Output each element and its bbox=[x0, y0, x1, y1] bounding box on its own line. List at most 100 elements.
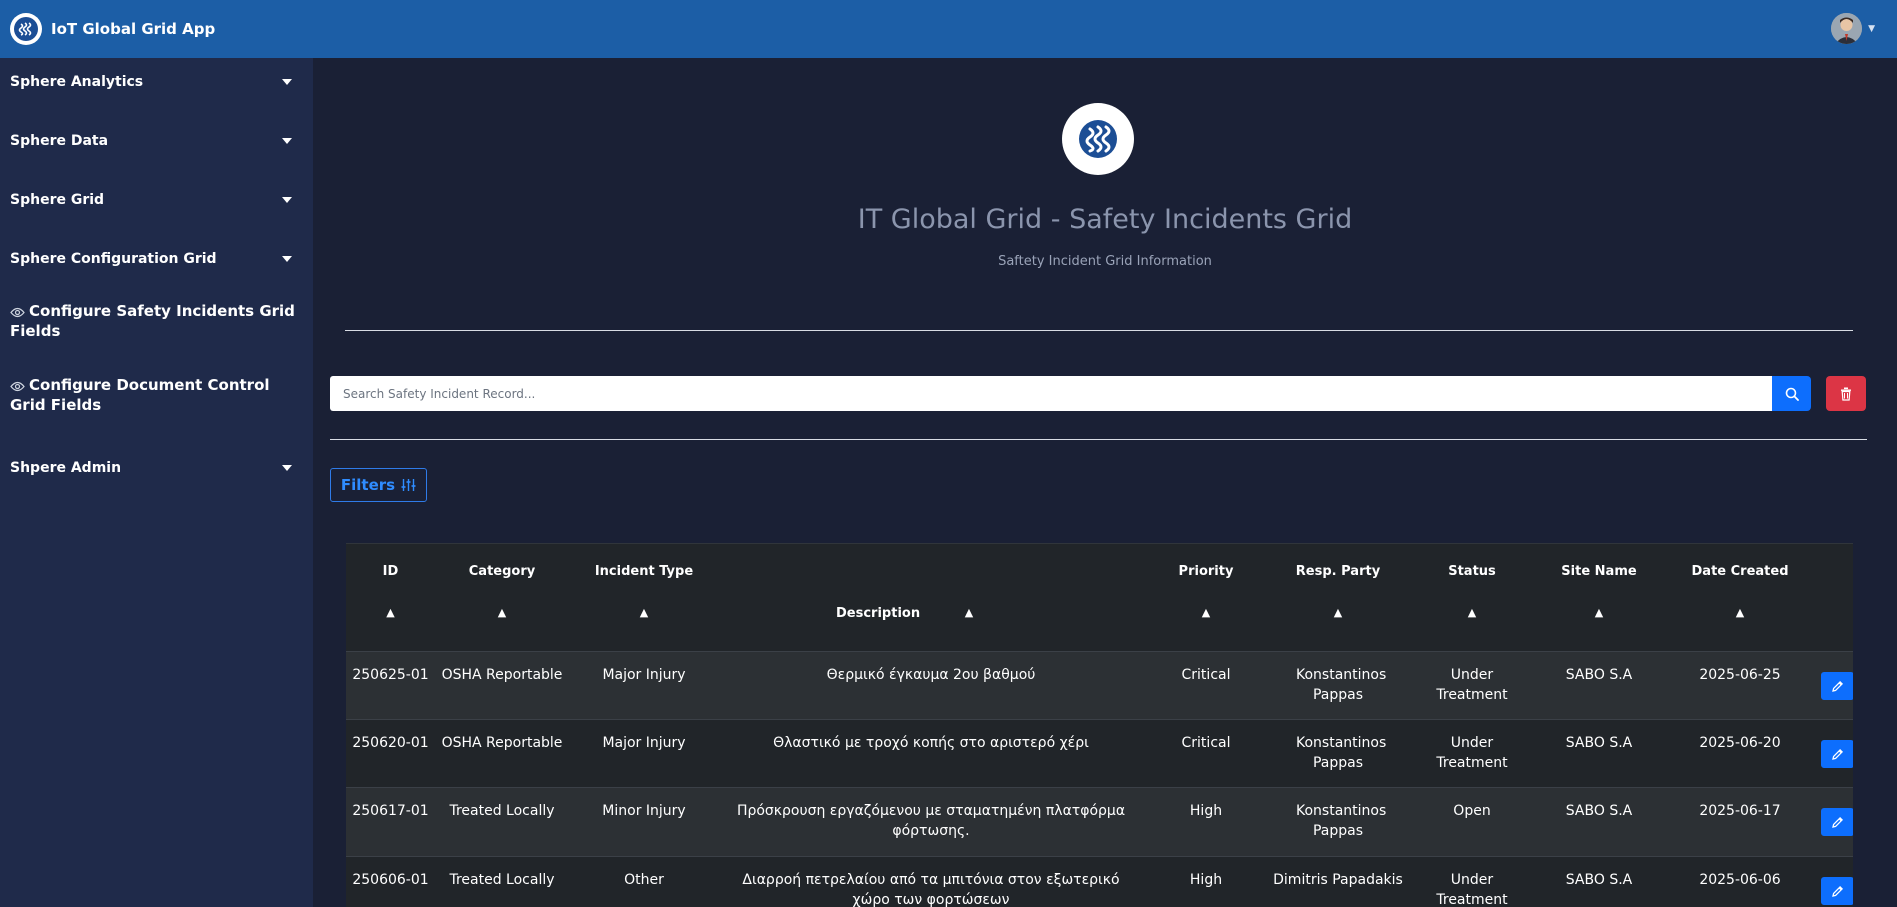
cell-id: 250606-01 bbox=[352, 872, 429, 888]
app-logo-icon bbox=[10, 13, 42, 45]
sidebar-item-sphere-analytics[interactable]: Sphere Analytics bbox=[10, 74, 302, 90]
cell-category: OSHA Reportable bbox=[441, 667, 563, 683]
column-header-date-created[interactable]: Date Created bbox=[1664, 564, 1816, 579]
hero-logo-icon bbox=[1062, 103, 1134, 175]
cell-description: Θερμικό έγκαυμα 2ου βαθμού bbox=[826, 667, 1036, 683]
eye-icon bbox=[10, 307, 25, 318]
cell-category: OSHA Reportable bbox=[441, 735, 563, 751]
brand[interactable]: IoT Global Grid App bbox=[10, 13, 215, 45]
cell-date-created: 2025-06-20 bbox=[1699, 735, 1781, 751]
column-header-site-name[interactable]: Site Name bbox=[1534, 564, 1664, 579]
chevron-down-icon bbox=[282, 465, 292, 471]
search-input[interactable] bbox=[330, 376, 1772, 411]
pencil-icon bbox=[1832, 816, 1844, 828]
cell-date-created: 2025-06-17 bbox=[1699, 803, 1781, 819]
sliders-icon bbox=[401, 479, 416, 491]
sidebar-link-configure-safety-incidents[interactable]: Configure Safety Incidents Grid Fields bbox=[10, 301, 300, 341]
sort-arrow-icon[interactable]: ▲ bbox=[1534, 606, 1664, 619]
column-header-incident-type[interactable]: Incident Type bbox=[569, 564, 719, 579]
edit-button[interactable] bbox=[1821, 877, 1853, 905]
cell-incident-type: Other bbox=[624, 872, 664, 888]
sidebar-item-shpere-admin[interactable]: Shpere Admin bbox=[10, 460, 302, 476]
sort-arrow-icon[interactable]: ▲ bbox=[1266, 606, 1410, 619]
page-subtitle: Saftety Incident Grid Information bbox=[998, 254, 1212, 269]
top-navbar: IoT Global Grid App ▼ bbox=[0, 0, 1897, 58]
cell-status: Under Treatment bbox=[1436, 735, 1508, 771]
cell-resp-party: Konstantinos Pappas bbox=[1296, 803, 1387, 839]
search-button[interactable] bbox=[1772, 376, 1811, 411]
avatar[interactable] bbox=[1831, 13, 1863, 44]
column-header-resp-party[interactable]: Resp. Party bbox=[1266, 564, 1410, 579]
cell-status: Under Treatment bbox=[1436, 872, 1508, 907]
cell-priority: Critical bbox=[1181, 735, 1231, 751]
sort-arrow-icon[interactable]: ▲ bbox=[1146, 606, 1266, 619]
table-row[interactable]: 250625-01 OSHA Reportable Major Injury Θ… bbox=[346, 651, 1853, 720]
cell-status: Open bbox=[1453, 803, 1491, 819]
sort-arrow-icon[interactable]: ▲ bbox=[346, 606, 435, 619]
sidebar-item-label: Sphere Grid bbox=[10, 192, 105, 208]
cell-id: 250617-01 bbox=[352, 803, 429, 819]
sidebar-item-sphere-configuration-grid[interactable]: Sphere Configuration Grid bbox=[10, 251, 302, 267]
edit-button[interactable] bbox=[1821, 808, 1853, 836]
cell-description: Θλαστικό με τροχό κοπής στο αριστερό χέρ… bbox=[773, 735, 1089, 751]
chevron-down-icon bbox=[282, 79, 292, 85]
search-icon bbox=[1785, 387, 1799, 401]
sort-arrow-icon[interactable]: ▲ bbox=[435, 606, 569, 619]
cell-date-created: 2025-06-06 bbox=[1699, 872, 1781, 888]
sidebar-item-label: Sphere Analytics bbox=[10, 74, 144, 90]
table-header: ID ▲ Category ▲ Incident Type ▲ Descript… bbox=[346, 543, 1853, 652]
filters-button[interactable]: Filters bbox=[330, 468, 427, 502]
table-row[interactable]: 250617-01 Treated Locally Minor Injury Π… bbox=[346, 787, 1853, 857]
column-header-status[interactable]: Status bbox=[1410, 564, 1534, 579]
cell-priority: Critical bbox=[1181, 667, 1231, 683]
cell-site-name: SABO S.A bbox=[1565, 667, 1633, 683]
cell-category: Treated Locally bbox=[449, 803, 555, 819]
sidebar-item-label: Sphere Data bbox=[10, 133, 109, 149]
sort-arrow-icon[interactable]: ▲ bbox=[569, 606, 719, 619]
sidebar-item-label: Shpere Admin bbox=[10, 460, 122, 476]
cell-resp-party: Konstantinos Pappas bbox=[1296, 735, 1387, 771]
sidebar-item-label: Sphere Configuration Grid bbox=[10, 251, 217, 267]
cell-id: 250625-01 bbox=[352, 667, 429, 683]
cell-incident-type: Major Injury bbox=[602, 667, 686, 683]
sort-arrow-icon[interactable]: ▲ bbox=[962, 606, 976, 619]
chevron-down-icon bbox=[282, 256, 292, 262]
cell-resp-party: Dimitris Papadakis bbox=[1273, 872, 1403, 888]
sidebar: Sphere Analytics Sphere Data Sphere Grid… bbox=[0, 58, 313, 907]
eye-icon bbox=[10, 381, 25, 392]
cell-site-name: SABO S.A bbox=[1565, 872, 1633, 888]
edit-button[interactable] bbox=[1821, 740, 1853, 768]
cell-priority: High bbox=[1189, 872, 1223, 888]
cell-incident-type: Minor Injury bbox=[602, 803, 686, 819]
table-row[interactable]: 250620-01 OSHA Reportable Major Injury Θ… bbox=[346, 719, 1853, 788]
cell-site-name: SABO S.A bbox=[1565, 803, 1633, 819]
column-header-category[interactable]: Category bbox=[435, 564, 569, 579]
sidebar-item-sphere-data[interactable]: Sphere Data bbox=[10, 133, 302, 149]
cell-site-name: SABO S.A bbox=[1565, 735, 1633, 751]
incidents-table: ID ▲ Category ▲ Incident Type ▲ Descript… bbox=[346, 543, 1853, 907]
sort-arrow-icon[interactable]: ▲ bbox=[1664, 606, 1816, 619]
chevron-down-icon[interactable]: ▼ bbox=[1868, 24, 1875, 34]
filters-label: Filters bbox=[340, 476, 396, 494]
sidebar-item-sphere-grid[interactable]: Sphere Grid bbox=[10, 192, 302, 208]
cell-priority: High bbox=[1189, 803, 1223, 819]
chevron-down-icon bbox=[282, 138, 292, 144]
main-content: IT Global Grid - Safety Incidents Grid S… bbox=[313, 58, 1897, 907]
page-title: IT Global Grid - Safety Incidents Grid bbox=[857, 204, 1353, 235]
edit-button[interactable] bbox=[1821, 672, 1853, 700]
cell-category: Treated Locally bbox=[449, 872, 555, 888]
cell-resp-party: Konstantinos Pappas bbox=[1296, 667, 1387, 703]
chevron-down-icon bbox=[282, 197, 292, 203]
table-row[interactable]: 250606-01 Treated Locally Other Διαρροή … bbox=[346, 856, 1853, 907]
column-header-id[interactable]: ID bbox=[346, 564, 435, 579]
clear-search-button[interactable] bbox=[1826, 376, 1866, 411]
cell-description: Διαρροή πετρελαίου από τα μπιτόνια στον … bbox=[742, 872, 1120, 907]
column-header-priority[interactable]: Priority bbox=[1146, 564, 1266, 579]
column-header-description[interactable]: Description bbox=[836, 606, 930, 621]
sidebar-link-configure-document-control[interactable]: Configure Document Control Grid Fields bbox=[10, 375, 300, 415]
cell-description: Πρόσκρουση εργαζόμενου με σταματημένη πλ… bbox=[736, 803, 1126, 839]
user-menu[interactable]: ▼ bbox=[1831, 13, 1875, 44]
cell-id: 250620-01 bbox=[352, 735, 429, 751]
cell-date-created: 2025-06-25 bbox=[1699, 667, 1781, 683]
sort-arrow-icon[interactable]: ▲ bbox=[1410, 606, 1534, 619]
